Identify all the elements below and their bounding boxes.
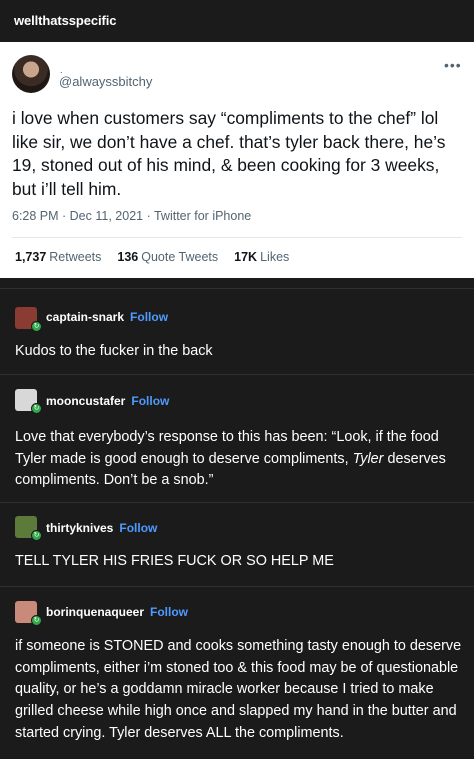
follow-button[interactable]: Follow xyxy=(150,605,188,619)
tweet-timestamp[interactable]: 6:28 PM · Dec 11, 2021 · Twitter for iPh… xyxy=(12,209,251,223)
reblog-username-row: borinquenaqueer Follow xyxy=(46,605,188,619)
reblog-username-row: thirtyknives Follow xyxy=(46,521,157,535)
reblog-badge-icon: ↻ xyxy=(31,321,42,332)
likes-stat[interactable]: 17K Likes xyxy=(234,250,289,264)
tweet-divider xyxy=(12,237,462,238)
reblog-username[interactable]: mooncustafer xyxy=(46,394,125,408)
reblog-username-row: captain-snark Follow xyxy=(46,310,168,324)
reblog-text: Love that everybody’s response to this h… xyxy=(15,429,446,489)
retweets-stat[interactable]: 1,737 Retweets xyxy=(15,250,101,264)
reblog-text: Kudos to the fucker in the back xyxy=(15,343,213,359)
follow-button[interactable]: Follow xyxy=(130,310,168,324)
reblog-username-row: mooncustafer Follow xyxy=(46,394,169,408)
tweet-stats: 1,737 Retweets 136 Quote Tweets 17K Likes xyxy=(15,250,289,264)
reblog-username[interactable]: borinquenaqueer xyxy=(46,605,144,619)
reblog-item: ↻ borinquenaqueer Follow if someone is ST… xyxy=(0,586,474,759)
reblog-text: if someone is STONED and cooks something… xyxy=(15,638,462,741)
blog-name[interactable]: wellthatsspecific xyxy=(14,13,116,28)
reblog-username[interactable]: captain-snark xyxy=(46,310,124,324)
tweet-text: i love when customers say “compliments t… xyxy=(12,108,446,199)
follow-button[interactable]: Follow xyxy=(131,394,169,408)
quote-tweets-stat[interactable]: 136 Quote Tweets xyxy=(117,250,218,264)
reblog-item: ↻ thirtyknives Follow TELL TYLER HIS FRIE… xyxy=(0,502,474,586)
tweet-handle[interactable]: @alwayssbitchy xyxy=(59,74,152,89)
reblog-item: ↻ mooncustafer Follow Love that everybody… xyxy=(0,374,474,502)
more-dots-icon[interactable]: ••• xyxy=(444,57,462,73)
tweet-avatar[interactable] xyxy=(12,55,50,93)
reblog-username[interactable]: thirtyknives xyxy=(46,521,113,535)
embedded-tweet: . @alwayssbitchy ••• i love when custome… xyxy=(0,42,474,278)
reblog-badge-icon: ↻ xyxy=(31,530,42,541)
reblog-badge-icon: ↻ xyxy=(31,615,42,626)
reblog-item: ↻ captain-snark Follow Kudos to the fucke… xyxy=(0,288,474,374)
reblog-badge-icon: ↻ xyxy=(31,403,42,414)
follow-button[interactable]: Follow xyxy=(119,521,157,535)
reblog-text: TELL TYLER HIS FRIES FUCK OR SO HELP ME xyxy=(15,553,334,569)
